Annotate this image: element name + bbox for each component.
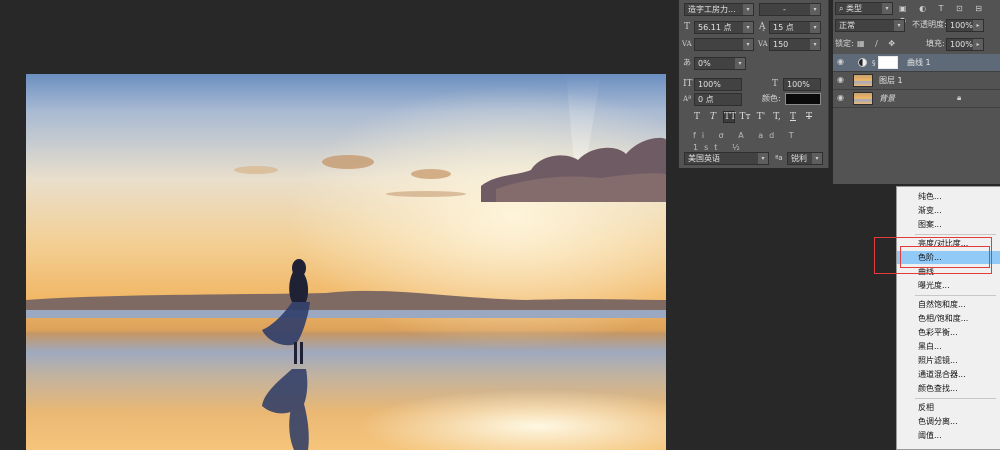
chevron-down-icon: ▾ xyxy=(743,39,753,50)
menu-item-color-balance[interactable]: 色彩平衡... xyxy=(897,326,1000,339)
small-caps-button[interactable]: Tт xyxy=(739,111,751,123)
font-style-select[interactable]: - ▾ xyxy=(759,3,821,16)
leading-icon: Ą xyxy=(759,22,766,32)
lock-icons[interactable]: ▦ ∕ ✥ 🔒︎ xyxy=(857,38,911,60)
link-icon: § xyxy=(872,59,876,67)
vertical-scale-icon: IT xyxy=(683,79,693,89)
menu-item-photo-filter[interactable]: 照片滤镜... xyxy=(897,354,1000,367)
all-caps-button[interactable]: TT xyxy=(723,111,736,123)
horizontal-scale-icon: T xyxy=(772,79,779,89)
strikethrough-button[interactable]: T xyxy=(803,111,815,123)
layer-name[interactable]: 背景 xyxy=(879,93,895,104)
annotation-box-inner xyxy=(900,246,990,268)
menu-separator xyxy=(915,295,996,296)
chevron-down-icon: ▾ xyxy=(743,22,753,33)
horizontal-scale-field[interactable]: 100% xyxy=(783,78,821,91)
antialias-select[interactable]: 锐利 ▾ xyxy=(787,152,823,165)
menu-item-solid-color[interactable]: 纯色... xyxy=(897,190,1000,203)
antialias-icon: ªa xyxy=(775,154,783,162)
menu-item-black-white[interactable]: 黑白... xyxy=(897,340,1000,353)
font-size-icon: T xyxy=(684,22,691,32)
language-select[interactable]: 美国英语 ▾ xyxy=(684,152,769,165)
tracking-field[interactable]: 150 ▾ xyxy=(769,38,821,51)
fill-label: 填充: xyxy=(926,39,945,48)
superscript-button[interactable]: T' xyxy=(755,111,767,123)
menu-item-channel-mixer[interactable]: 通道混合器... xyxy=(897,368,1000,381)
chevron-down-icon: ▾ xyxy=(894,20,904,31)
vertical-scale-field[interactable]: 100% xyxy=(694,78,742,91)
layer-mask-thumbnail[interactable] xyxy=(878,56,898,69)
fill-field[interactable]: 100% ▸ xyxy=(946,38,984,51)
chevron-down-icon: ▾ xyxy=(758,153,768,164)
faux-italic-button[interactable]: T xyxy=(707,111,719,123)
faux-bold-button[interactable]: T xyxy=(691,111,703,123)
layer-name[interactable]: 图层 1 xyxy=(879,75,903,86)
eye-icon[interactable]: ◉ xyxy=(837,94,847,102)
layer-thumbnail[interactable] xyxy=(853,74,873,87)
menu-item-gradient[interactable]: 渐变... xyxy=(897,204,1000,217)
character-panel: 造字工房力... ▾ - ▾ T 56.11 点 ▾ Ą 15 点 ▾ VA ▾ VA … xyxy=(679,0,829,168)
chevron-down-icon: ▸ xyxy=(973,20,983,31)
proportional-spacing-icon: あ xyxy=(683,58,691,67)
opacity-label: 不透明度: xyxy=(912,20,947,29)
kerning-icon: VA xyxy=(682,40,692,48)
opacity-field[interactable]: 100% ▸ xyxy=(946,19,984,32)
menu-item-color-lookup[interactable]: 颜色查找... xyxy=(897,382,1000,395)
eye-icon[interactable]: ◉ xyxy=(837,58,847,66)
blend-mode-select[interactable]: 正常 ▾ xyxy=(835,19,905,32)
baseline-shift-field[interactable]: 0 点 xyxy=(694,93,742,106)
kerning-field[interactable]: ▾ xyxy=(694,38,754,51)
chevron-down-icon: ▾ xyxy=(810,22,820,33)
adjustment-layer-menu: 纯色... 渐变... 图案... 亮度/对比度... 色阶... 曲线... … xyxy=(896,186,1000,450)
layer-row-curves[interactable]: ◉ § 曲线 1 xyxy=(833,54,1000,72)
menu-item-posterize[interactable]: 色调分离... xyxy=(897,415,1000,428)
color-label: 颜色: xyxy=(762,94,781,103)
opentype-icons: fi σ A ad T 1st ½ xyxy=(693,131,800,152)
font-size-field[interactable]: 56.11 点 ▾ xyxy=(694,21,754,34)
menu-separator xyxy=(915,398,996,399)
chevron-down-icon: ▾ xyxy=(735,58,745,69)
lock-icon: 🔒︎ xyxy=(957,93,962,102)
leading-field[interactable]: 15 点 ▾ xyxy=(769,21,821,34)
chevron-down-icon: ▸ xyxy=(973,39,983,50)
menu-item-pattern[interactable]: 图案... xyxy=(897,218,1000,231)
menu-item-invert[interactable]: 反相 xyxy=(897,401,1000,414)
text-color-swatch[interactable] xyxy=(785,93,821,105)
menu-separator xyxy=(915,234,996,235)
curves-adjustment-icon xyxy=(858,58,867,67)
chevron-down-icon: ▾ xyxy=(743,4,753,15)
layer-row-layer1[interactable]: ◉ 图层 1 xyxy=(833,72,1000,90)
lock-label: 锁定: xyxy=(835,39,854,48)
chevron-down-icon: ▾ xyxy=(810,4,820,15)
tracking-icon: VA xyxy=(758,40,768,48)
type-style-buttons: T T TT Tт T' T, T T xyxy=(691,111,821,125)
menu-item-hue-saturation[interactable]: 色相/饱和度... xyxy=(897,312,1000,325)
layers-panel: ⌕ 类型▾ ▣ ◐ T ⊡ ⊟ ● 正常▾ 不透明度: 100%▸ 锁定: ▦ … xyxy=(833,0,1000,184)
chevron-down-icon: ▾ xyxy=(812,153,822,164)
proportional-spacing-field[interactable]: 0% ▾ xyxy=(694,57,746,70)
menu-item-threshold[interactable]: 阈值... xyxy=(897,429,1000,442)
layer-name[interactable]: 曲线 1 xyxy=(907,57,931,68)
chevron-down-icon: ▾ xyxy=(882,3,892,14)
layer-row-background[interactable]: ◉ 背景 🔒︎ xyxy=(833,90,1000,108)
search-icon: ⌕ xyxy=(839,4,847,13)
layer-thumbnail[interactable] xyxy=(853,92,873,105)
layer-filter-select[interactable]: ⌕ 类型 ▾ xyxy=(835,2,893,15)
underline-button[interactable]: T xyxy=(787,111,799,123)
chevron-down-icon: ▾ xyxy=(810,39,820,50)
baseline-shift-icon: Aª xyxy=(683,95,692,103)
menu-item-vibrance[interactable]: 自然饱和度... xyxy=(897,298,1000,311)
menu-item-exposure[interactable]: 曝光度... xyxy=(897,279,1000,292)
font-family-select[interactable]: 造字工房力... ▾ xyxy=(684,3,754,16)
layer-filter-icons[interactable]: ▣ ◐ T ⊡ ⊟ ● xyxy=(899,3,999,25)
subscript-button[interactable]: T, xyxy=(771,111,783,123)
canvas-document-image[interactable] xyxy=(26,74,666,450)
eye-icon[interactable]: ◉ xyxy=(837,76,847,84)
